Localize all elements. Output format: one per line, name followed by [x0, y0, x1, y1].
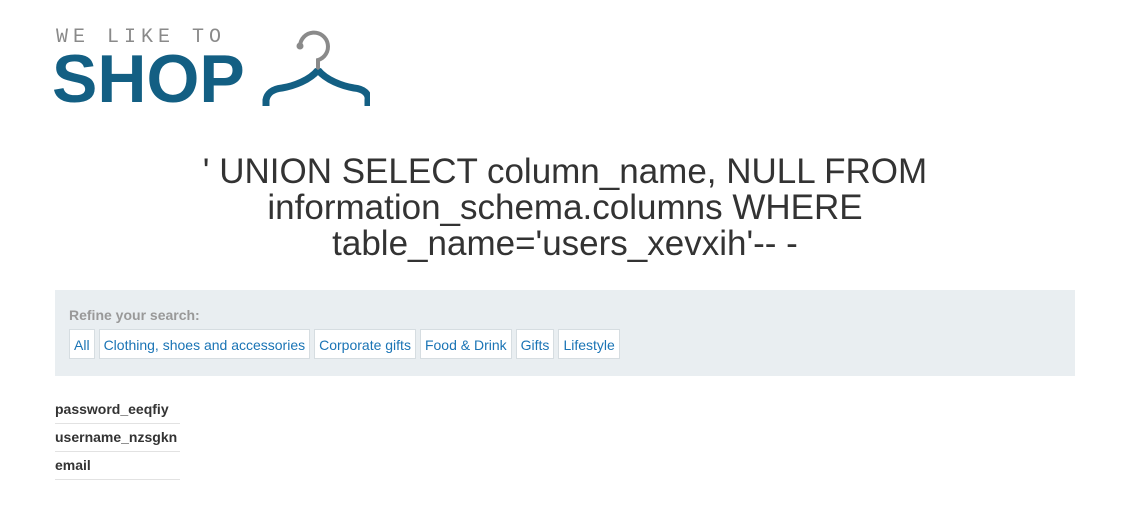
result-item: password_eeqfiy [55, 396, 180, 424]
filter-link-all[interactable]: All [69, 329, 95, 359]
filter-link-lifestyle[interactable]: Lifestyle [558, 329, 620, 359]
filter-links: All Clothing, shoes and accessories Corp… [69, 329, 620, 359]
result-item: username_nzsgkn [55, 424, 180, 452]
hanger-icon [262, 30, 370, 106]
filter-link-clothing[interactable]: Clothing, shoes and accessories [98, 329, 311, 359]
filter-link-corporate-gifts[interactable]: Corporate gifts [314, 329, 416, 359]
results-list: password_eeqfiy username_nzsgkn email [55, 396, 180, 480]
site-logo[interactable]: WE LIKE TO SHOP [52, 26, 374, 117]
filter-label: Refine your search: [69, 307, 200, 323]
page-title: ' UNION SELECT column_name, NULL FROM in… [202, 152, 928, 263]
result-item: email [55, 452, 180, 480]
filter-panel: Refine your search: All Clothing, shoes … [55, 290, 1075, 376]
logo-wordmark: SHOP [52, 41, 245, 117]
filter-link-gifts[interactable]: Gifts [515, 329, 555, 359]
filter-link-food-drink[interactable]: Food & Drink [419, 329, 512, 359]
